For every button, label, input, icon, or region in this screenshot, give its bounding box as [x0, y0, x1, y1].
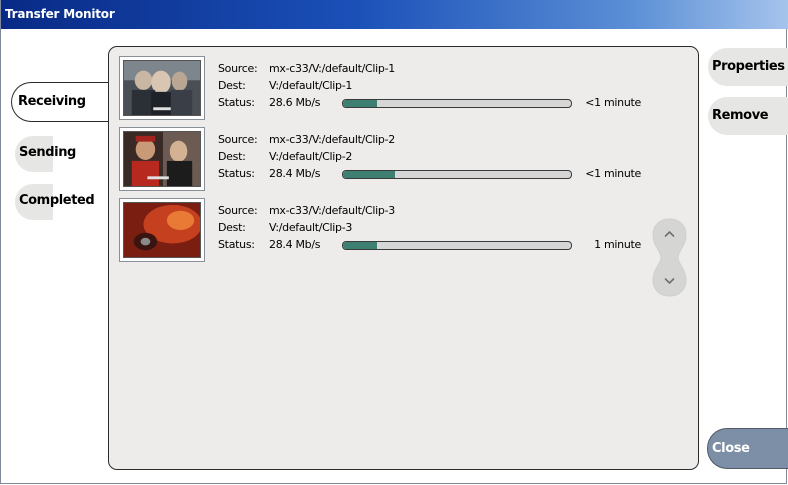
- dest-label: Dest:: [218, 150, 246, 163]
- status-label: Status:: [218, 167, 255, 180]
- tab-sending[interactable]: Sending: [15, 136, 76, 172]
- status-label: Status:: [218, 96, 255, 109]
- transfer-dest: V:/default/Clip-2: [269, 150, 353, 163]
- transfer-row-3[interactable]: Source: mx-c33/V:/default/Clip-3 Dest: V:/…: [119, 198, 659, 262]
- transfer-row-2[interactable]: Source: mx-c33/V:/default/Clip-2 Dest: V:/…: [119, 127, 659, 191]
- title-bar: Transfer Monitor: [1, 0, 788, 29]
- transfer-row-1[interactable]: Source: mx-c33/V:/default/Clip-1 Dest: V:/…: [119, 56, 659, 120]
- close-button-label: Close: [712, 441, 750, 456]
- remove-button-label: Remove: [712, 108, 769, 123]
- tab-completed[interactable]: Completed: [15, 184, 95, 220]
- properties-button[interactable]: Properties: [708, 48, 788, 86]
- transfer-progress-bar: [342, 170, 572, 179]
- progress-fill: [343, 171, 396, 178]
- dest-label: Dest:: [218, 221, 246, 234]
- clip-3-thumbnail: [119, 198, 205, 262]
- tab-receiving[interactable]: Receiving: [11, 82, 110, 122]
- transfer-source: mx-c33/V:/default/Clip-2: [269, 133, 395, 146]
- progress-fill: [343, 100, 378, 107]
- remove-button[interactable]: Remove: [708, 97, 788, 135]
- status-label: Status:: [218, 238, 255, 251]
- window-title: Transfer Monitor: [5, 7, 115, 21]
- clip-2-thumbnail: [119, 127, 205, 191]
- transfer-dest: V:/default/Clip-3: [269, 221, 353, 234]
- transfer-progress-bar: [342, 99, 572, 108]
- transfer-eta: 1 minute: [594, 238, 641, 251]
- close-button[interactable]: Close: [707, 428, 788, 469]
- tab-sending-label: Sending: [19, 145, 76, 160]
- transfer-monitor-window: Transfer Monitor Receiving Sending Compl…: [0, 0, 788, 484]
- transfer-eta: <1 minute: [585, 96, 641, 109]
- source-label: Source:: [218, 133, 258, 146]
- transfer-rate: 28.4 Mb/s: [269, 167, 321, 180]
- transfer-eta: <1 minute: [585, 167, 641, 180]
- properties-button-label: Properties: [712, 59, 785, 74]
- source-label: Source:: [218, 62, 258, 75]
- transfer-rate: 28.4 Mb/s: [269, 238, 321, 251]
- transfer-source: mx-c33/V:/default/Clip-3: [269, 204, 395, 217]
- scroll-control[interactable]: [651, 218, 688, 297]
- dest-label: Dest:: [218, 79, 246, 92]
- transfer-source: mx-c33/V:/default/Clip-1: [269, 62, 395, 75]
- source-label: Source:: [218, 204, 258, 217]
- transfer-rate: 28.6 Mb/s: [269, 96, 321, 109]
- clip-1-thumbnail: [119, 56, 205, 120]
- transfer-progress-bar: [342, 241, 572, 250]
- transfer-dest: V:/default/Clip-1: [269, 79, 353, 92]
- tab-completed-label: Completed: [19, 193, 95, 208]
- progress-fill: [343, 242, 378, 249]
- tab-receiving-label: Receiving: [18, 94, 86, 109]
